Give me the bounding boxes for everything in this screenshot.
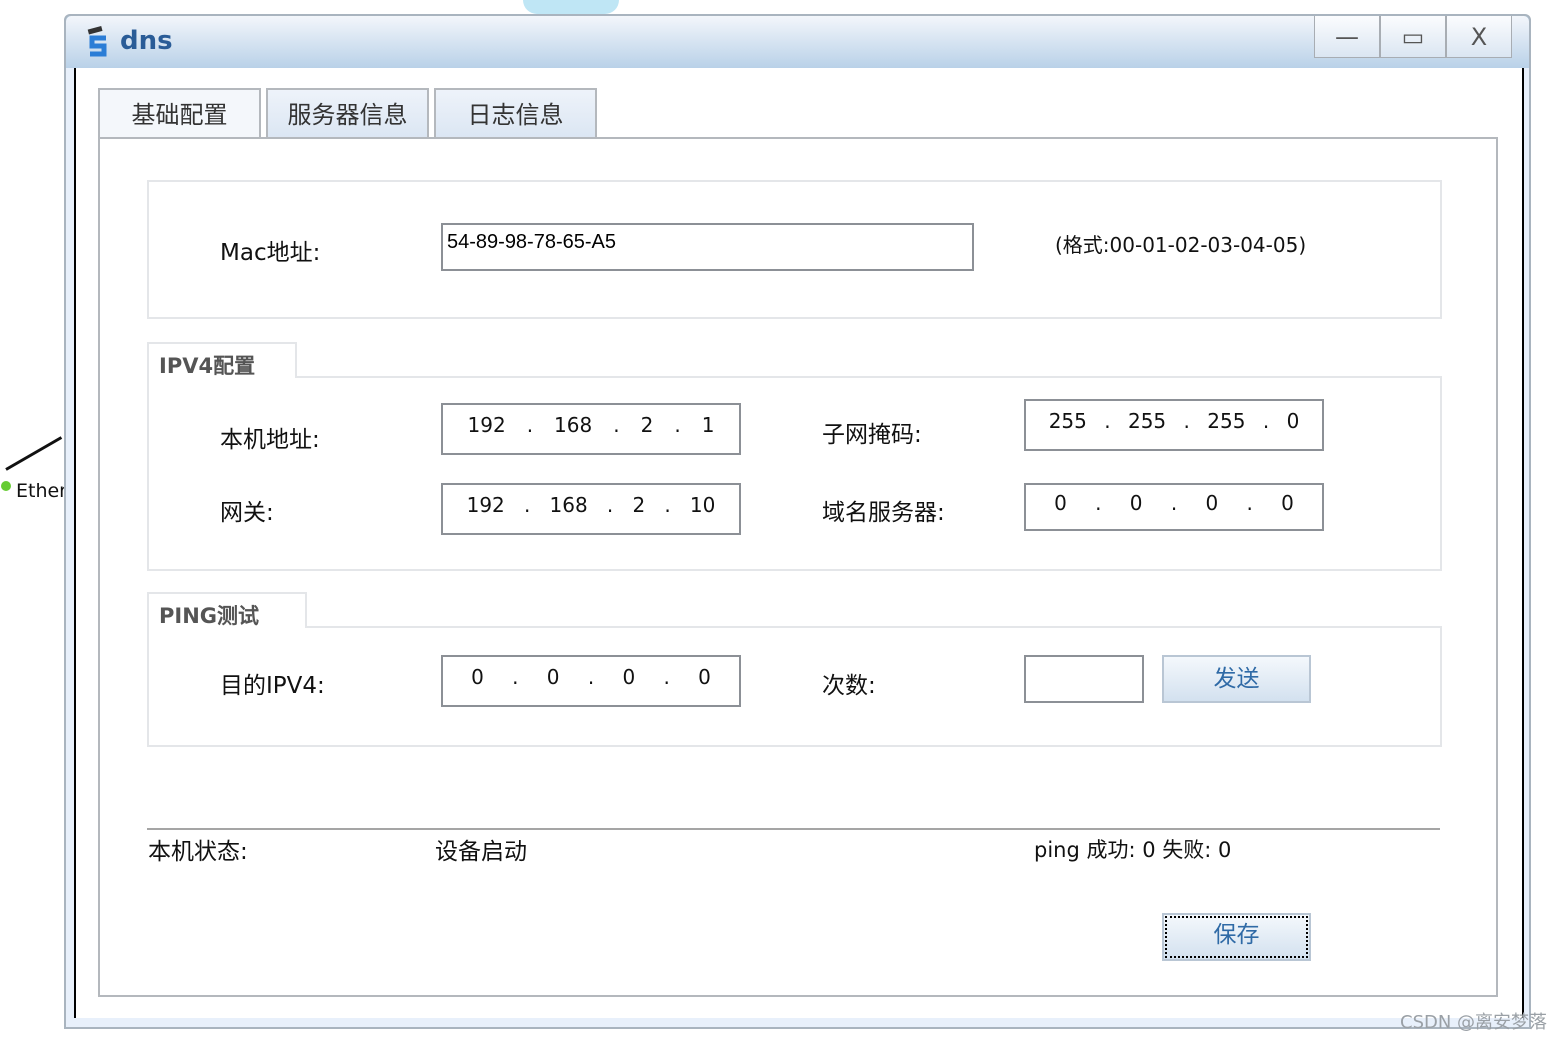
ipv4-legend: IPV4配置: [147, 342, 297, 378]
mac-format-hint: (格式:00-01-02-03-04-05): [1055, 233, 1307, 257]
octet: 0: [1205, 491, 1219, 515]
maximize-icon: ▭: [1401, 23, 1425, 51]
octet: 255: [1048, 409, 1087, 433]
octet: 255: [1127, 409, 1167, 433]
close-icon: X: [1470, 23, 1488, 51]
dns-server-label: 域名服务器:: [822, 500, 945, 526]
count-label: 次数:: [822, 673, 876, 699]
host-address-input[interactable]: 192. 168. 2. 1: [441, 403, 741, 455]
watermark: CSDN @离安梦落: [1400, 1012, 1548, 1033]
link-label: Ether: [16, 480, 67, 502]
count-input[interactable]: [1024, 655, 1144, 703]
target-ipv4-input[interactable]: 0.0.0.0: [441, 655, 741, 707]
octet: 1: [701, 413, 715, 437]
subnet-mask-label: 子网掩码:: [822, 422, 922, 448]
octet: 192: [467, 413, 506, 437]
ping-result: ping 成功: 0 失败: 0: [1034, 838, 1232, 862]
close-button[interactable]: X: [1446, 16, 1512, 58]
status-value: 设备启动: [435, 839, 527, 865]
octet: 0: [698, 665, 711, 689]
octet: 0: [1286, 409, 1300, 433]
octet: 255: [1207, 409, 1246, 433]
tab-basic-config[interactable]: 基础配置: [98, 88, 261, 138]
save-button[interactable]: 保存: [1162, 913, 1311, 961]
send-button[interactable]: 发送: [1162, 655, 1311, 703]
gateway-input[interactable]: 192. 168. 2. 10: [441, 483, 741, 535]
title-bar[interactable]: dns — ▭ X: [66, 16, 1529, 68]
window-title: dns: [120, 26, 173, 56]
minimize-icon: —: [1335, 23, 1359, 51]
minimize-button[interactable]: —: [1314, 16, 1380, 58]
status-divider: [147, 828, 1440, 830]
octet: 0: [622, 665, 636, 689]
octet: 2: [640, 413, 654, 437]
octet: 168: [549, 493, 588, 517]
mac-input[interactable]: [441, 223, 974, 271]
ping-legend: PING测试: [147, 592, 307, 628]
background-device-icon: [523, 0, 619, 14]
target-ipv4-label: 目的IPV4:: [220, 673, 325, 699]
host-address-label: 本机地址:: [220, 427, 320, 453]
octet: 0: [546, 665, 560, 689]
dns-server-input[interactable]: 0.0.0.0: [1024, 483, 1324, 531]
app-icon: [87, 25, 107, 57]
octet: 192: [466, 493, 505, 517]
octet: 168: [554, 413, 593, 437]
octet: 10: [689, 493, 716, 517]
link-line: [5, 436, 63, 471]
octet: 2: [632, 493, 646, 517]
octet: 0: [1054, 491, 1067, 515]
subnet-mask-input[interactable]: 255. 255. 255. 0: [1024, 399, 1324, 451]
link-port-dot: [1, 481, 11, 491]
tab-log-info[interactable]: 日志信息: [434, 88, 597, 138]
status-label: 本机状态:: [148, 839, 248, 865]
tab-server-info[interactable]: 服务器信息: [266, 88, 429, 138]
gateway-label: 网关:: [220, 500, 274, 526]
mac-label: Mac地址:: [220, 240, 321, 266]
maximize-button[interactable]: ▭: [1380, 16, 1446, 58]
octet: 0: [1281, 491, 1294, 515]
octet: 0: [471, 665, 484, 689]
octet: 0: [1129, 491, 1143, 515]
